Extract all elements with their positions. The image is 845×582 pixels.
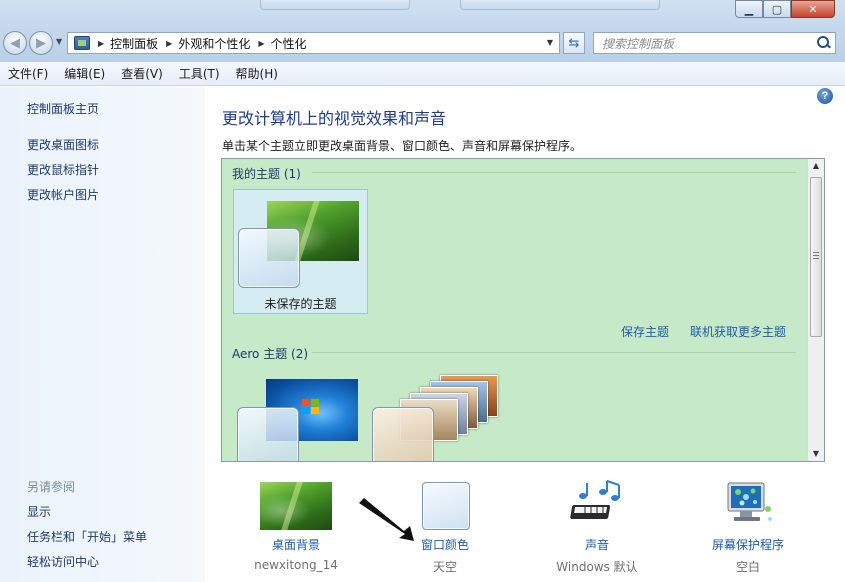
desktop-background-value: newxitong_14 <box>254 558 338 572</box>
breadcrumb-personalization[interactable]: 个性化 <box>271 35 307 52</box>
window-color-label[interactable]: 窗口颜色 <box>365 536 525 553</box>
page-title: 更改计算机上的视觉效果和声音 <box>222 109 447 128</box>
left-navigation-pane: 控制面板主页 更改桌面图标 更改鼠标指针 更改帐户图片 另请参阅 显示 任务栏和… <box>0 87 205 582</box>
aero-themes-heading: Aero 主题 (2) <box>232 347 309 361</box>
menu-file[interactable]: 文件(F) <box>8 65 48 82</box>
link-change-account-picture[interactable]: 更改帐户图片 <box>27 186 99 203</box>
link-control-panel-home[interactable]: 控制面板主页 <box>27 100 99 117</box>
scroll-down-icon[interactable]: ▼ <box>808 447 824 461</box>
breadcrumb-separator-icon[interactable]: ▶ <box>258 39 264 48</box>
window-titlebar: ▁ ▢ ✕ ◀ ▶ ▼ ▶ 控制面板 ▶ 外观和个性化 ▶ 个性化 ▼ ⇆ 搜索… <box>0 0 845 62</box>
screensaver-value: 空白 <box>735 560 760 574</box>
screensaver-label[interactable]: 屏幕保护程序 <box>668 536 828 553</box>
control-panel-icon <box>74 36 90 50</box>
forward-arrow-icon: ▶ <box>36 35 46 51</box>
theme-glass-preview <box>372 407 434 461</box>
breadcrumb-control-panel[interactable]: 控制面板 <box>110 35 158 52</box>
menu-help[interactable]: 帮助(H) <box>236 65 278 82</box>
breadcrumb-appearance[interactable]: 外观和个性化 <box>178 35 250 52</box>
window-controls: ▁ ▢ ✕ <box>735 0 835 18</box>
breadcrumb-separator-icon[interactable]: ▶ <box>98 39 104 48</box>
theme-glass-preview <box>238 228 300 288</box>
group-divider <box>312 352 796 353</box>
group-divider <box>312 172 796 173</box>
address-bar[interactable]: ▶ 控制面板 ▶ 外观和个性化 ▶ 个性化 ▼ <box>67 32 560 54</box>
desktop-background-icon <box>260 482 332 530</box>
theme-unsaved-label: 未保存的主题 <box>264 297 337 311</box>
save-theme-link[interactable]: 保存主题 <box>621 323 669 340</box>
desktop-background-label[interactable]: 桌面背景 <box>216 536 376 553</box>
window-color-value: 天空 <box>432 560 457 574</box>
link-change-desktop-icons[interactable]: 更改桌面图标 <box>27 136 99 153</box>
navigation-bar: ◀ ▶ ▼ ▶ 控制面板 ▶ 外观和个性化 ▶ 个性化 ▼ ⇆ 搜索控制面板 <box>0 29 845 57</box>
desktop-background-shortcut[interactable]: 桌面背景 newxitong_14 <box>216 479 376 579</box>
background-taskbar-tabs <box>240 0 730 10</box>
theme-list: 我的主题 (1) 未保存的主题 保存主题 联机获取更多主题 Aero 主题 (2… <box>221 158 825 462</box>
menu-bar: 文件(F) 编辑(E) 查看(V) 工具(T) 帮助(H) <box>0 62 845 86</box>
sound-label[interactable]: 声音 <box>517 536 677 553</box>
refresh-icon: ⇆ <box>568 35 580 51</box>
sound-value: Windows 默认 <box>556 560 638 574</box>
scrollbar-thumb[interactable] <box>810 177 822 337</box>
main-content: ? 更改计算机上的视觉效果和声音 单击某个主题立即更改桌面背景、窗口颜色、声音和… <box>205 87 845 582</box>
theme-glass-preview <box>237 407 299 461</box>
help-icon[interactable]: ? <box>817 88 833 104</box>
see-also-heading: 另请参阅 <box>27 480 76 494</box>
scroll-up-icon[interactable]: ▲ <box>808 159 824 173</box>
back-arrow-icon: ◀ <box>10 35 20 51</box>
theme-landscapes[interactable] <box>372 369 507 461</box>
page-description: 单击某个主题立即更改桌面背景、窗口颜色、声音和屏幕保护程序。 <box>222 139 583 153</box>
theme-unsaved[interactable]: 未保存的主题 <box>233 189 368 314</box>
back-button[interactable]: ◀ <box>3 31 27 55</box>
minimize-button[interactable]: ▁ <box>735 0 763 18</box>
search-icon[interactable] <box>814 34 832 52</box>
search-placeholder: 搜索控制面板 <box>602 36 675 51</box>
link-ease-of-access[interactable]: 轻松访问中心 <box>27 553 99 570</box>
window-color-icon <box>422 482 470 530</box>
theme-windows-7[interactable] <box>233 369 368 461</box>
sound-icon <box>570 480 620 519</box>
refresh-button[interactable]: ⇆ <box>563 32 585 54</box>
screensaver-shortcut[interactable]: 屏幕保护程序 空白 <box>668 479 828 579</box>
link-display[interactable]: 显示 <box>27 503 51 520</box>
forward-button[interactable]: ▶ <box>29 31 53 55</box>
window-color-shortcut[interactable]: 窗口颜色 天空 <box>365 479 525 579</box>
search-input[interactable]: 搜索控制面板 <box>593 32 836 54</box>
close-button[interactable]: ✕ <box>791 0 835 18</box>
recent-pages-dropdown[interactable]: ▼ <box>56 37 62 46</box>
address-dropdown-icon[interactable]: ▼ <box>547 38 553 47</box>
menu-view[interactable]: 查看(V) <box>121 65 163 82</box>
link-taskbar-start-menu[interactable]: 任务栏和「开始」菜单 <box>27 528 147 545</box>
my-themes-heading: 我的主题 (1) <box>232 167 301 181</box>
get-more-themes-link[interactable]: 联机获取更多主题 <box>690 323 786 340</box>
breadcrumb-separator-icon[interactable]: ▶ <box>166 39 172 48</box>
maximize-button[interactable]: ▢ <box>763 0 791 18</box>
theme-list-scrollbar[interactable]: ▲ ▼ <box>807 159 824 461</box>
link-change-mouse-pointers[interactable]: 更改鼠标指针 <box>27 161 99 178</box>
sound-shortcut[interactable]: 声音 Windows 默认 <box>517 479 677 579</box>
screensaver-icon <box>727 482 772 521</box>
menu-tools[interactable]: 工具(T) <box>179 65 220 82</box>
menu-edit[interactable]: 编辑(E) <box>64 65 105 82</box>
